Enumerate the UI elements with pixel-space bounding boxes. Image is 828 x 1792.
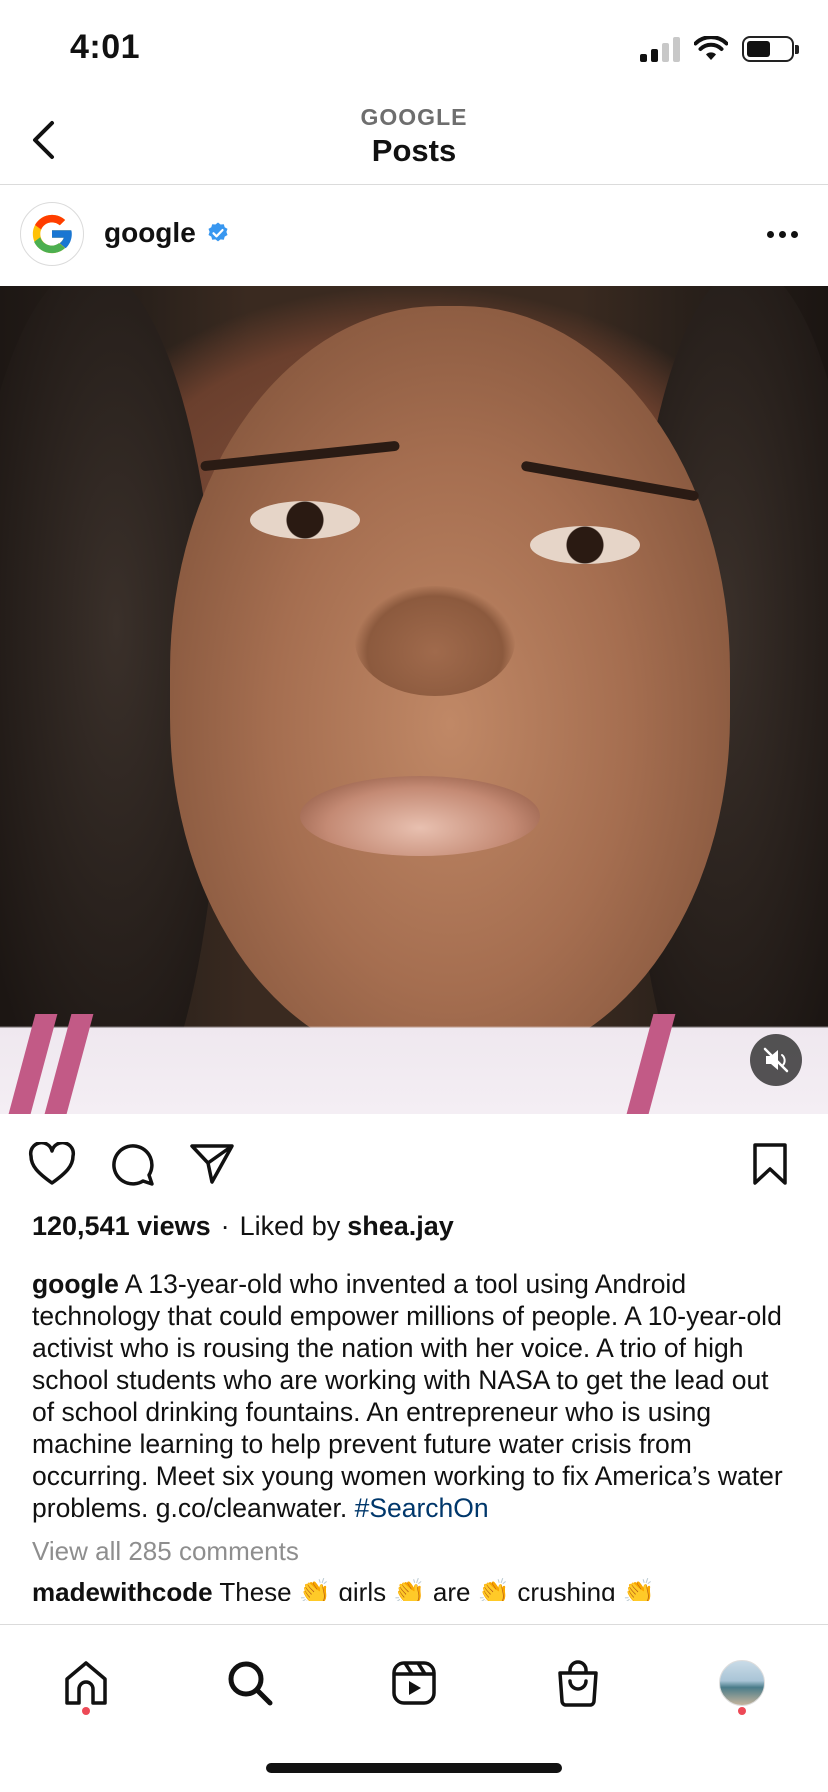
like-button[interactable] [26,1138,78,1190]
tab-profile[interactable] [712,1653,772,1713]
post-actions [0,1114,828,1206]
battery-icon [742,36,799,62]
google-logo-icon [32,214,73,254]
profile-notification-dot [738,1707,746,1715]
comment-button[interactable] [106,1138,158,1190]
reels-icon [392,1661,436,1705]
caption-username[interactable]: google [32,1269,119,1299]
cellular-signal-icon [640,36,680,62]
home-notification-dot [82,1707,90,1715]
bookmark-icon [753,1143,787,1185]
post-meta: 120,541 views · Liked by shea.jay google… [32,1206,796,1602]
home-icon [65,1661,107,1705]
shop-bag-icon [558,1660,598,1707]
page-title: Posts [371,133,457,168]
mute-button[interactable] [750,1034,802,1086]
tab-shop[interactable] [548,1653,608,1713]
photo-lips [300,776,540,856]
more-options-button[interactable] [762,219,802,249]
comment-text: These 👏 girls 👏 are 👏 crushing 👏 [219,1577,656,1601]
comment-preview: madewithcode These 👏 girls 👏 are 👏 crush… [32,1577,796,1601]
post-video[interactable] [0,286,828,1114]
speaker-muted-icon [763,1047,789,1073]
account-avatar[interactable] [20,202,84,266]
caption-hashtag[interactable]: #SearchOn [355,1493,489,1523]
more-dot-icon [790,230,798,238]
tab-search[interactable] [220,1653,280,1713]
status-time: 4:01 [70,28,141,66]
username-text: google [104,217,196,248]
liked-by-prefix: Liked by [239,1210,341,1241]
view-comments-link[interactable]: View all 285 comments [32,1536,796,1567]
post-username[interactable]: google [104,217,230,249]
home-indicator [266,1763,562,1773]
search-icon [228,1661,273,1706]
status-bar: 4:01 [0,0,828,100]
tab-reels[interactable] [384,1653,444,1713]
save-button[interactable] [744,1138,796,1190]
header-text: GOOGLE Posts [0,104,828,169]
liked-by-user[interactable]: shea.jay [347,1211,454,1242]
photo-collar [0,1004,828,1114]
header-subtitle: GOOGLE [360,104,468,130]
nav-header: GOOGLE Posts [0,100,828,185]
post-header: google [0,185,828,285]
views-line: 120,541 views · Liked by shea.jay [32,1206,796,1246]
comment-username[interactable]: madewithcode [32,1577,213,1601]
caption-text: A 13-year-old who invented a tool using … [32,1269,783,1523]
photo-eye-left [250,501,360,539]
heart-icon [28,1142,76,1185]
separator: · [220,1210,230,1241]
post-caption: google A 13-year-old who invented a tool… [32,1268,796,1524]
more-dot-icon [778,230,786,238]
verified-badge-icon [208,222,228,242]
profile-avatar [719,1660,765,1706]
status-icons [640,36,799,62]
share-button[interactable] [186,1138,238,1190]
wifi-icon [694,36,728,60]
tab-home[interactable] [56,1653,116,1713]
photo-nose [355,586,515,696]
more-dot-icon [766,230,774,238]
comment-bubble-icon [112,1144,154,1186]
paper-plane-icon [190,1144,234,1184]
views-count[interactable]: 120,541 views [32,1211,211,1242]
photo-eye-right [530,526,640,564]
